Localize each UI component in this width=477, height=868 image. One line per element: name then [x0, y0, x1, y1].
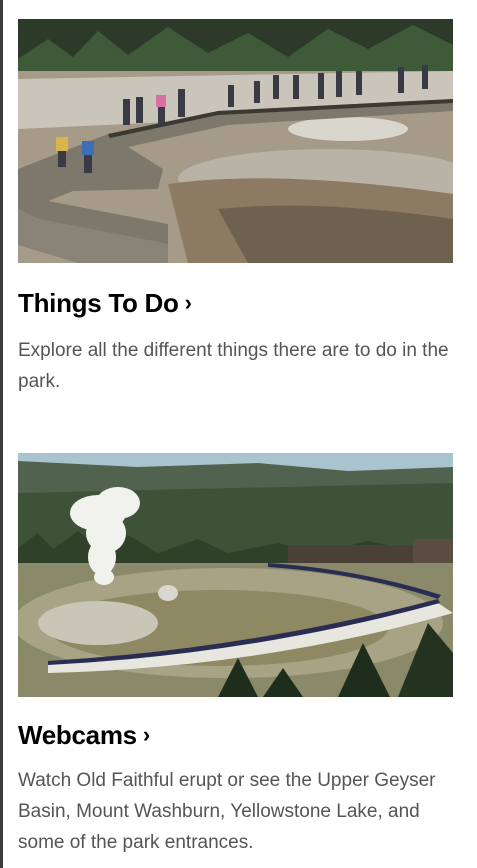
- things-to-do-title: Things To Do: [18, 288, 179, 318]
- things-to-do-link[interactable]: Things To Do ›: [18, 288, 453, 319]
- webcams-description: Watch Old Faithful erupt or see the Uppe…: [18, 770, 436, 853]
- things-to-do-description: Explore all the different things there a…: [18, 340, 449, 392]
- boardwalk-geyser-basin-photo: [18, 19, 453, 263]
- chevron-right-icon: ›: [142, 722, 150, 747]
- webcams-title: Webcams: [18, 720, 137, 750]
- webcams-card: Webcams › Watch Old Faithful erupt or see…: [18, 453, 453, 858]
- things-to-do-card: Things To Do › Explore all the different …: [18, 19, 453, 397]
- webcams-link[interactable]: Webcams ›: [18, 720, 453, 751]
- old-faithful-eruption-photo: [18, 453, 453, 697]
- left-border: [0, 0, 3, 868]
- things-to-do-image-link[interactable]: [18, 19, 453, 263]
- chevron-right-icon: ›: [184, 290, 192, 315]
- webcams-image-link[interactable]: [18, 453, 453, 697]
